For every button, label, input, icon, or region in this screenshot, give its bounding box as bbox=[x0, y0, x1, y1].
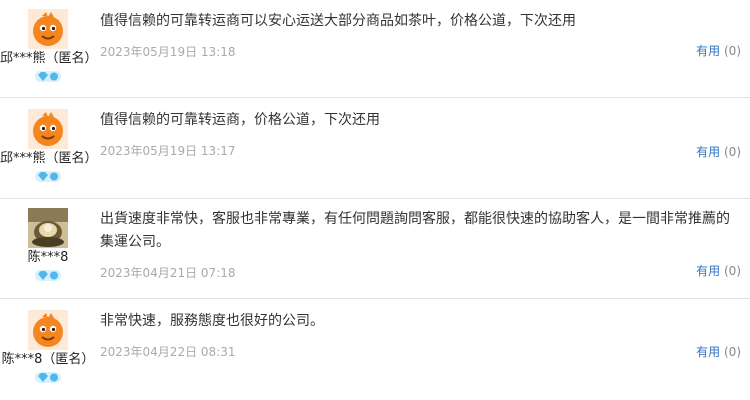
review-text: 出貨速度非常快，客服也非常專業，有任何問題詢問客服，都能很快速的協助客人，是一間… bbox=[100, 211, 730, 250]
helpful-label[interactable]: 有用 bbox=[696, 145, 720, 159]
helpful-label[interactable]: 有用 bbox=[696, 264, 720, 278]
reviewer-info: 陈***8（匿名） bbox=[0, 310, 96, 387]
review-date: 2023年04月21日 bbox=[100, 266, 198, 280]
helpful-label[interactable]: 有用 bbox=[696, 345, 720, 359]
cartoon-avatar-icon[interactable] bbox=[28, 9, 68, 49]
review-content: 非常快速，服務態度也很好的公司。 2023年04月22日 08:31 bbox=[100, 310, 740, 360]
review-item: 邱***熊（匿名） 值得信赖的可靠转运商可以安心运送大部分商品如茶叶，价格公道，… bbox=[0, 0, 750, 97]
diamond-level-icon bbox=[35, 372, 61, 383]
review-date: 2023年05月19日 bbox=[100, 144, 198, 158]
divider bbox=[0, 298, 750, 299]
divider bbox=[0, 97, 750, 98]
reviewer-name[interactable]: 陈***8（匿名） bbox=[0, 352, 96, 368]
review-timestamp: 2023年04月22日 08:31 bbox=[100, 343, 740, 360]
helpful-label[interactable]: 有用 bbox=[696, 44, 720, 58]
diamond-level-icon bbox=[35, 171, 61, 182]
review-date: 2023年05月19日 bbox=[100, 45, 198, 59]
helpful-button[interactable]: 有用 (0) bbox=[696, 42, 741, 59]
diamond-level-icon bbox=[35, 71, 61, 82]
review-item: 邱***熊（匿名） 值得信赖的可靠转运商，价格公道，下次还用 2023年05月1… bbox=[0, 97, 750, 198]
review-text: 非常快速，服務態度也很好的公司。 bbox=[100, 313, 324, 329]
reviewer-name[interactable]: 邱***熊（匿名） bbox=[0, 51, 98, 67]
diamond-level-icon bbox=[35, 270, 61, 281]
helpful-count: (0) bbox=[724, 264, 741, 278]
review-content: 值得信赖的可靠转运商，价格公道，下次还用 2023年05月19日 13:17 bbox=[100, 109, 740, 159]
reviewer-name[interactable]: 邱***熊（匿名） bbox=[0, 151, 98, 167]
reviewer-info: 邱***熊（匿名） bbox=[0, 9, 98, 86]
helpful-button[interactable]: 有用 (0) bbox=[696, 262, 741, 279]
helpful-button[interactable]: 有用 (0) bbox=[696, 343, 741, 360]
reviewer-info: 邱***熊（匿名） bbox=[0, 109, 98, 186]
reviewer-name[interactable]: 陈***8 bbox=[0, 250, 96, 266]
helpful-button[interactable]: 有用 (0) bbox=[696, 143, 741, 160]
helpful-count: (0) bbox=[724, 145, 741, 159]
cartoon-avatar-icon[interactable] bbox=[28, 310, 68, 350]
review-list: 邱***熊（匿名） 值得信赖的可靠转运商可以安心运送大部分商品如茶叶，价格公道，… bbox=[0, 0, 750, 400]
review-content: 出貨速度非常快，客服也非常專業，有任何問題詢問客服，都能很快速的協助客人，是一間… bbox=[100, 208, 740, 281]
review-timestamp: 2023年05月19日 13:18 bbox=[100, 43, 740, 60]
reviewer-info: 陈***8 bbox=[0, 208, 96, 285]
review-time: 08:31 bbox=[200, 345, 236, 359]
photo-avatar-icon[interactable] bbox=[28, 208, 68, 248]
review-text: 值得信赖的可靠转运商，价格公道，下次还用 bbox=[100, 112, 380, 128]
review-time: 13:18 bbox=[200, 45, 236, 59]
review-date: 2023年04月22日 bbox=[100, 345, 198, 359]
review-text: 值得信赖的可靠转运商可以安心运送大部分商品如茶叶，价格公道，下次还用 bbox=[100, 13, 576, 29]
review-timestamp: 2023年05月19日 13:17 bbox=[100, 142, 740, 159]
helpful-count: (0) bbox=[724, 345, 741, 359]
divider bbox=[0, 198, 750, 199]
review-item: 陈***8 出貨速度非常快，客服也非常專業，有任何問題詢問客服，都能很快速的協助… bbox=[0, 198, 750, 298]
review-item: 陈***8（匿名） 非常快速，服務態度也很好的公司。 2023年04月22日 0… bbox=[0, 298, 750, 400]
review-time: 07:18 bbox=[200, 266, 236, 280]
review-time: 13:17 bbox=[200, 144, 236, 158]
cartoon-avatar-icon[interactable] bbox=[28, 109, 68, 149]
review-content: 值得信赖的可靠转运商可以安心运送大部分商品如茶叶，价格公道，下次还用 2023年… bbox=[100, 10, 740, 60]
review-timestamp: 2023年04月21日 07:18 bbox=[100, 264, 740, 281]
helpful-count: (0) bbox=[724, 44, 741, 58]
